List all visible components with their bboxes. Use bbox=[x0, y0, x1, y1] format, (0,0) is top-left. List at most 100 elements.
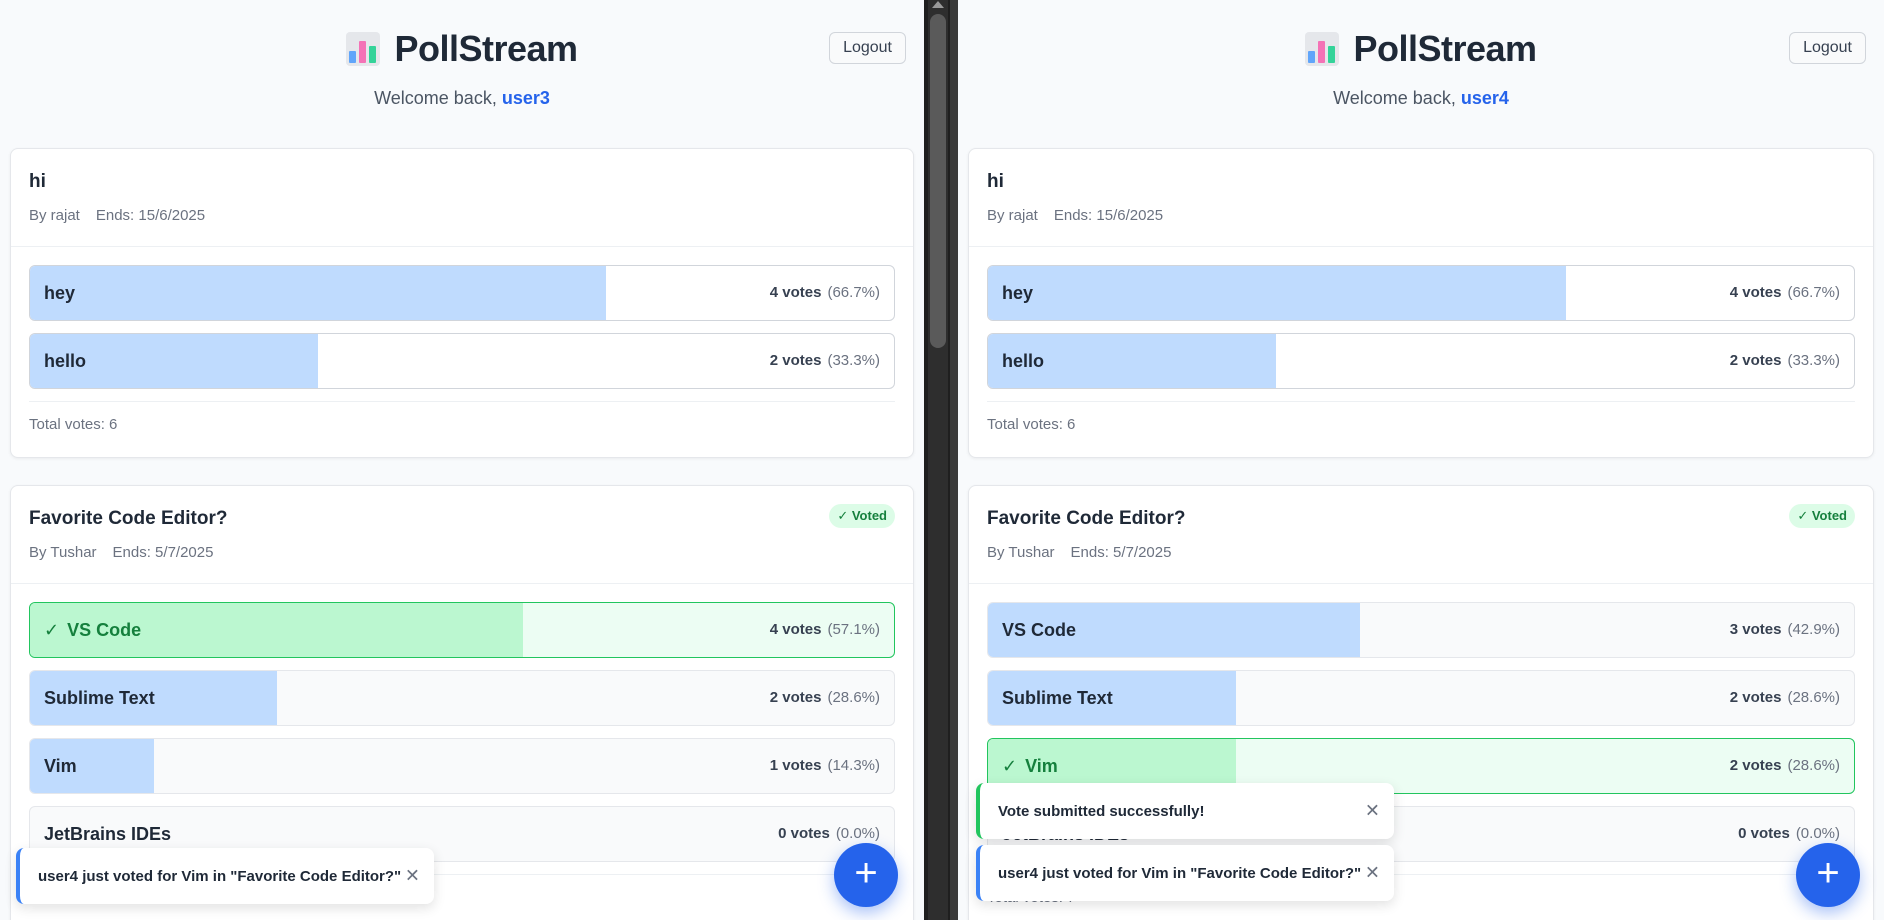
poll-end-date: Ends: 15/6/2025 bbox=[95, 207, 206, 224]
option-vote-count: 3 votes bbox=[1729, 621, 1782, 638]
poll-header: hi By rajat Ends: 15/6/2025 bbox=[11, 149, 913, 247]
brand: PollStream bbox=[958, 28, 1884, 70]
scrollbar-thumb[interactable] bbox=[930, 14, 946, 348]
option-label: ✓ VS Code bbox=[44, 603, 141, 657]
bar-chart-icon bbox=[1305, 32, 1340, 66]
voted-badge: ✓ Voted bbox=[829, 504, 895, 528]
bar-chart-icon bbox=[346, 32, 381, 66]
option-percentage: (0.0%) bbox=[1795, 825, 1840, 842]
poll-author: By rajat bbox=[987, 207, 1038, 224]
scroll-up-arrow-icon[interactable] bbox=[932, 1, 944, 8]
poll-option[interactable]: hello 2 votes (33.3%) bbox=[987, 333, 1855, 389]
option-percentage: (42.9%) bbox=[1787, 621, 1840, 638]
option-vote-count: 4 votes bbox=[769, 621, 822, 638]
option-label: Vim bbox=[44, 739, 77, 793]
browser-pane-user4: PollStream Welcome back, user4 Logout hi… bbox=[958, 0, 1884, 920]
option-label: Sublime Text bbox=[1002, 671, 1113, 725]
toast-message: Vote submitted successfully! bbox=[998, 802, 1205, 820]
poll-title: hi bbox=[29, 171, 46, 192]
close-icon[interactable]: ✕ bbox=[405, 866, 420, 887]
option-stats: 1 votes (14.3%) bbox=[770, 739, 880, 793]
option-text: JetBrains IDEs bbox=[44, 824, 172, 844]
option-stats: 2 votes (28.6%) bbox=[1730, 671, 1840, 725]
option-stats: 2 votes (28.6%) bbox=[770, 671, 880, 725]
option-vote-bar bbox=[30, 266, 607, 320]
app-header: PollStream Welcome back, user3 Logout bbox=[0, 0, 924, 140]
app-title: PollStream bbox=[394, 28, 578, 69]
option-vote-count: 2 votes bbox=[769, 689, 822, 706]
option-stats: 2 votes (28.6%) bbox=[1730, 739, 1840, 793]
poll-option[interactable]: ✓ VS Code 4 votes (57.1%) bbox=[29, 602, 895, 658]
total-votes: Total votes: 6 bbox=[987, 401, 1855, 453]
option-percentage: (28.6%) bbox=[1787, 689, 1840, 706]
option-vote-count: 0 votes bbox=[1738, 825, 1790, 842]
option-stats: 4 votes (57.1%) bbox=[770, 603, 880, 657]
notification-toast: user4 just voted for Vim in "Favorite Co… bbox=[976, 845, 1394, 901]
poll-header: Favorite Code Editor? By Tushar Ends: 5/7/… bbox=[11, 486, 913, 584]
option-vote-count: 4 votes bbox=[1729, 284, 1782, 301]
option-label: VS Code bbox=[1002, 603, 1076, 657]
option-vote-count: 2 votes bbox=[1729, 352, 1782, 369]
option-percentage: (0.0%) bbox=[835, 825, 880, 842]
option-percentage: (33.3%) bbox=[827, 352, 880, 369]
option-vote-count: 0 votes bbox=[778, 825, 830, 842]
toast-message: user4 just voted for Vim in "Favorite Co… bbox=[998, 864, 1362, 882]
app-title: PollStream bbox=[1353, 28, 1537, 69]
welcome-message: Welcome back, user3 bbox=[0, 88, 924, 109]
option-percentage: (57.1%) bbox=[827, 621, 880, 638]
poll-title: Favorite Code Editor? bbox=[29, 508, 228, 529]
option-label: hello bbox=[1002, 334, 1044, 388]
poll-options: ✓ VS Code 4 votes (57.1%) Sublime Text 2 vote… bbox=[11, 584, 913, 862]
poll-meta: By rajat Ends: 15/6/2025 bbox=[29, 207, 895, 224]
option-text: Sublime Text bbox=[44, 688, 155, 708]
poll-title: hi bbox=[987, 171, 1004, 192]
option-stats: 4 votes (66.7%) bbox=[770, 266, 880, 320]
option-vote-count: 2 votes bbox=[769, 352, 822, 369]
option-percentage: (66.7%) bbox=[827, 284, 880, 301]
option-vote-count: 2 votes bbox=[1729, 757, 1782, 774]
option-vote-count: 4 votes bbox=[769, 284, 822, 301]
option-percentage: (14.3%) bbox=[827, 757, 880, 774]
option-label: hey bbox=[44, 266, 75, 320]
welcome-prefix: Welcome back, bbox=[1333, 88, 1461, 108]
total-votes: Total votes: 6 bbox=[29, 401, 895, 453]
poll-author: By Tushar bbox=[987, 544, 1055, 561]
poll-header: hi By rajat Ends: 15/6/2025 bbox=[969, 149, 1873, 247]
poll-option[interactable]: hello 2 votes (33.3%) bbox=[29, 333, 895, 389]
option-text: Vim bbox=[1025, 756, 1058, 776]
split-divider[interactable] bbox=[924, 0, 958, 920]
poll-option[interactable]: Sublime Text 2 votes (28.6%) bbox=[987, 670, 1855, 726]
welcome-prefix: Welcome back, bbox=[374, 88, 502, 108]
option-stats: 4 votes (66.7%) bbox=[1730, 266, 1840, 320]
poll-meta: By rajat Ends: 15/6/2025 bbox=[987, 207, 1855, 224]
toast-message: user4 just voted for Vim in "Favorite Co… bbox=[38, 867, 402, 885]
option-text: Vim bbox=[44, 756, 77, 776]
option-percentage: (28.6%) bbox=[1787, 757, 1840, 774]
check-icon: ✓ bbox=[44, 620, 60, 640]
poll-options: hey 4 votes (66.7%) hello 2 votes (33.3%) bbox=[969, 247, 1873, 389]
create-poll-button[interactable]: + bbox=[1796, 843, 1860, 907]
option-percentage: (28.6%) bbox=[827, 689, 880, 706]
create-poll-button[interactable]: + bbox=[834, 843, 898, 907]
poll-option[interactable]: Vim 1 votes (14.3%) bbox=[29, 738, 895, 794]
poll-card: hi By rajat Ends: 15/6/2025 hey 4 votes (66.7… bbox=[968, 148, 1874, 458]
logout-button[interactable]: Logout bbox=[829, 32, 906, 64]
poll-option[interactable]: hey 4 votes (66.7%) bbox=[29, 265, 895, 321]
poll-header: Favorite Code Editor? By Tushar Ends: 5/7/… bbox=[969, 486, 1873, 584]
option-percentage: (33.3%) bbox=[1787, 352, 1840, 369]
poll-meta: By Tushar Ends: 5/7/2025 bbox=[29, 544, 895, 561]
option-label: hey bbox=[1002, 266, 1033, 320]
poll-end-date: Ends: 5/7/2025 bbox=[1070, 544, 1172, 561]
option-percentage: (66.7%) bbox=[1787, 284, 1840, 301]
close-icon[interactable]: ✕ bbox=[1365, 863, 1380, 884]
poll-author: By Tushar bbox=[29, 544, 97, 561]
option-vote-bar bbox=[988, 266, 1566, 320]
option-vote-count: 2 votes bbox=[1729, 689, 1782, 706]
success-toast: Vote submitted successfully! ✕ bbox=[976, 783, 1394, 839]
logout-button[interactable]: Logout bbox=[1789, 32, 1866, 64]
poll-option[interactable]: VS Code 3 votes (42.9%) bbox=[987, 602, 1855, 658]
poll-option[interactable]: Sublime Text 2 votes (28.6%) bbox=[29, 670, 895, 726]
close-icon[interactable]: ✕ bbox=[1365, 801, 1380, 822]
option-text: hello bbox=[44, 351, 87, 371]
poll-option[interactable]: hey 4 votes (66.7%) bbox=[987, 265, 1855, 321]
